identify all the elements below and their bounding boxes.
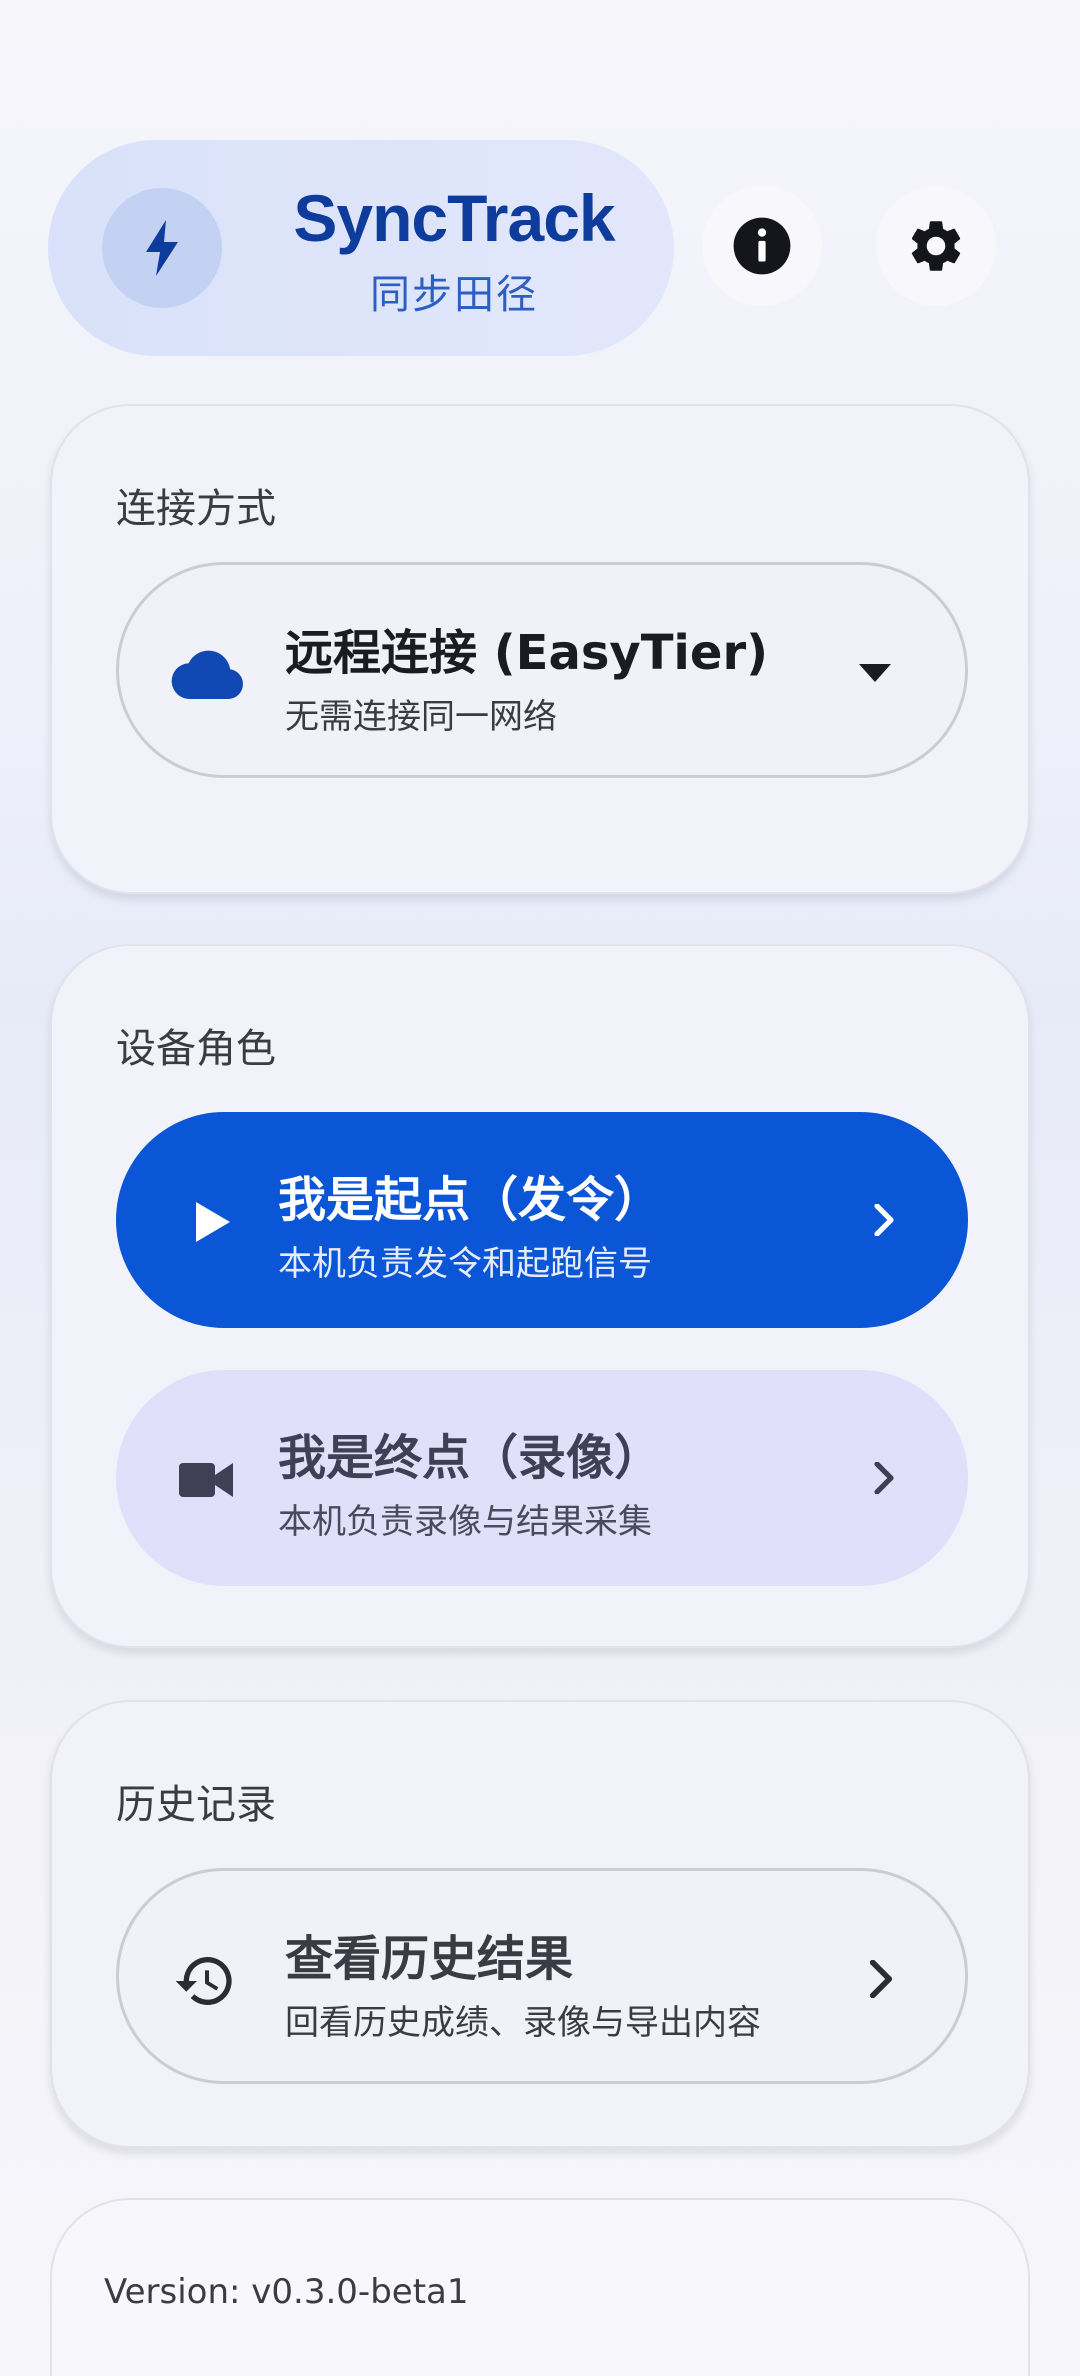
chevron-right-icon	[857, 1955, 905, 2003]
info-button[interactable]	[702, 186, 822, 306]
play-icon	[180, 1190, 244, 1254]
version-text: Version: v0.3.0-beta1	[104, 2272, 469, 2312]
info-icon	[733, 217, 791, 275]
view-history-button[interactable]: 查看历史结果 回看历史成绩、录像与导出内容	[116, 1868, 968, 2084]
history-section-label: 历史记录	[116, 1782, 276, 1828]
history-icon	[173, 1949, 237, 2013]
view-history-subtitle: 回看历史成绩、录像与导出内容	[285, 2003, 761, 2043]
connection-mode-title: 远程连接 (EasyTier)	[285, 625, 769, 681]
dropdown-arrow-icon	[851, 649, 899, 697]
finish-role-button[interactable]: 我是终点（录像） 本机负责录像与结果采集	[116, 1370, 968, 1586]
finish-role-title: 我是终点（录像）	[278, 1430, 663, 1486]
connection-card: 连接方式 远程连接 (EasyTier) 无需连接同一网络	[50, 404, 1030, 894]
video-camera-icon	[174, 1448, 238, 1512]
connection-section-label: 连接方式	[116, 486, 276, 532]
start-role-title: 我是起点（发令）	[278, 1172, 663, 1228]
start-role-subtitle: 本机负责发令和起跑信号	[278, 1244, 652, 1284]
app-subtitle: 同步田径	[370, 272, 538, 318]
connection-mode-dropdown[interactable]: 远程连接 (EasyTier) 无需连接同一网络	[116, 562, 968, 778]
finish-role-subtitle: 本机负责录像与结果采集	[278, 1502, 652, 1542]
version-card: Version: v0.3.0-beta1	[50, 2198, 1030, 2376]
start-role-button[interactable]: 我是起点（发令） 本机负责发令和起跑信号	[116, 1112, 968, 1328]
settings-button[interactable]	[876, 186, 996, 306]
device-role-card: 设备角色 我是起点（发令） 本机负责发令和起跑信号 我是终点（录像） 本机负责录…	[50, 944, 1030, 1648]
lightning-bolt-icon	[102, 188, 222, 308]
chevron-right-icon	[860, 1196, 908, 1244]
chevron-right-icon	[860, 1454, 908, 1502]
gear-icon	[911, 221, 961, 271]
app-brand-header: SyncTrack 同步田径	[48, 140, 674, 356]
view-history-title: 查看历史结果	[285, 1931, 574, 1987]
history-card: 历史记录 查看历史结果 回看历史成绩、录像与导出内容	[50, 1700, 1030, 2148]
connection-mode-subtitle: 无需连接同一网络	[285, 697, 557, 737]
role-section-label: 设备角色	[116, 1026, 276, 1072]
cloud-icon	[169, 643, 245, 707]
app-title: SyncTrack	[293, 181, 615, 255]
